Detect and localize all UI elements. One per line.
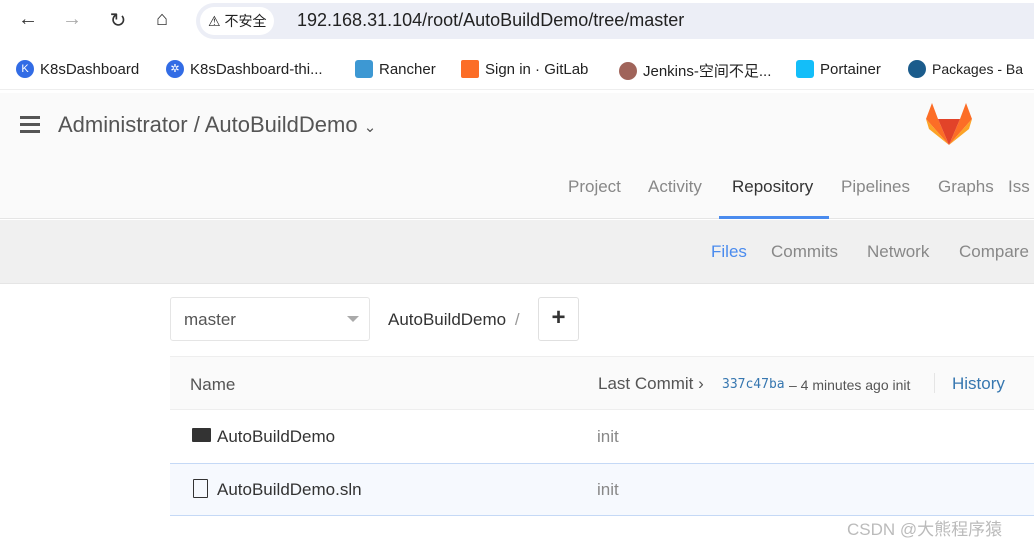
browser-toolbar: ← → ↻ ⌂ ⚠ 不安全 192.168.31.104/root/AutoBu… — [0, 0, 1034, 44]
reload-icon[interactable]: ↻ — [106, 8, 130, 33]
watermark: CSDN @大熊程序猿 — [847, 520, 1003, 539]
jenkins-icon — [619, 61, 637, 80]
chevron-down-icon: ⌄ — [363, 119, 377, 136]
subnav-commits[interactable]: Commits — [771, 242, 838, 262]
name-column-header: Name — [190, 375, 236, 394]
rancher-icon — [355, 60, 373, 78]
chevron-right-icon: › — [698, 374, 704, 393]
forward-icon[interactable]: → — [60, 8, 84, 31]
path-breadcrumb: AutoBuildDemo / — [388, 310, 520, 329]
table-row[interactable]: AutoBuildDemo init — [170, 411, 1034, 464]
commit-message[interactable]: init — [597, 427, 619, 447]
file-name[interactable]: AutoBuildDemo.sln — [217, 480, 362, 500]
divider — [934, 373, 935, 393]
gitlab-icon — [461, 60, 479, 78]
kubernetes-icon: ✲ — [166, 60, 184, 78]
packages-icon — [908, 60, 926, 78]
bookmark-packages[interactable]: Packages - Ba — [908, 60, 1023, 78]
subnav-compare[interactable]: Compare — [959, 242, 1029, 262]
table-header: Name Last Commit › 337c47ba – 4 minutes … — [170, 356, 1034, 410]
commit-sha-link[interactable]: 337c47ba — [722, 377, 785, 392]
file-name[interactable]: AutoBuildDemo — [217, 427, 335, 447]
project-title[interactable]: Administrator / AutoBuildDemo ⌄ — [58, 112, 376, 138]
branch-select[interactable]: master — [170, 297, 370, 341]
tab-pipelines[interactable]: Pipelines — [841, 177, 910, 197]
gitlab-logo-icon — [926, 103, 972, 145]
bookmark-portainer[interactable]: Portainer — [796, 60, 881, 78]
history-link[interactable]: History — [952, 374, 1005, 394]
breadcrumb-root[interactable]: AutoBuildDemo — [388, 310, 506, 329]
commit-meta: – 4 minutes ago init — [789, 377, 911, 393]
url-text[interactable]: 192.168.31.104/root/AutoBuildDemo/tree/m… — [297, 10, 684, 31]
tab-project[interactable]: Project — [568, 177, 621, 197]
home-icon[interactable]: ⌂ — [150, 8, 174, 31]
dropdown-caret-icon — [347, 316, 359, 322]
hamburger-menu-icon[interactable] — [20, 116, 40, 137]
commit-message[interactable]: init — [597, 480, 619, 500]
bookmark-rancher[interactable]: Rancher — [355, 60, 436, 78]
table-row[interactable]: AutoBuildDemo.sln init — [170, 463, 1034, 516]
subnav-files[interactable]: Files — [711, 242, 747, 262]
file-icon — [193, 479, 208, 498]
subnav-network[interactable]: Network — [867, 242, 929, 262]
active-tab-indicator — [719, 216, 829, 219]
add-file-button[interactable]: + — [538, 297, 579, 341]
tab-graphs[interactable]: Graphs — [938, 177, 994, 197]
kubernetes-icon: K — [16, 60, 34, 78]
bookmarks-bar: K K8sDashboard ✲ K8sDashboard-thi... Ranch… — [0, 50, 1034, 90]
back-icon[interactable]: ← — [16, 8, 40, 31]
last-commit-header: Last Commit › — [598, 374, 704, 393]
bookmark-jenkins[interactable]: Jenkins-空间不足... — [619, 60, 771, 81]
tab-issues[interactable]: Iss — [1008, 177, 1030, 197]
folder-icon — [192, 428, 211, 442]
portainer-icon — [796, 60, 814, 78]
security-badge[interactable]: ⚠ 不安全 — [200, 7, 275, 35]
tab-repository[interactable]: Repository — [732, 177, 813, 197]
bookmark-gitlab[interactable]: Sign in · GitLab — [461, 60, 588, 78]
warning-icon: ⚠ — [208, 13, 225, 29]
bookmark-k8sdashboard-thi[interactable]: ✲ K8sDashboard-thi... — [166, 60, 323, 78]
bookmark-k8sdashboard[interactable]: K K8sDashboard — [16, 60, 139, 78]
tab-activity[interactable]: Activity — [648, 177, 702, 197]
